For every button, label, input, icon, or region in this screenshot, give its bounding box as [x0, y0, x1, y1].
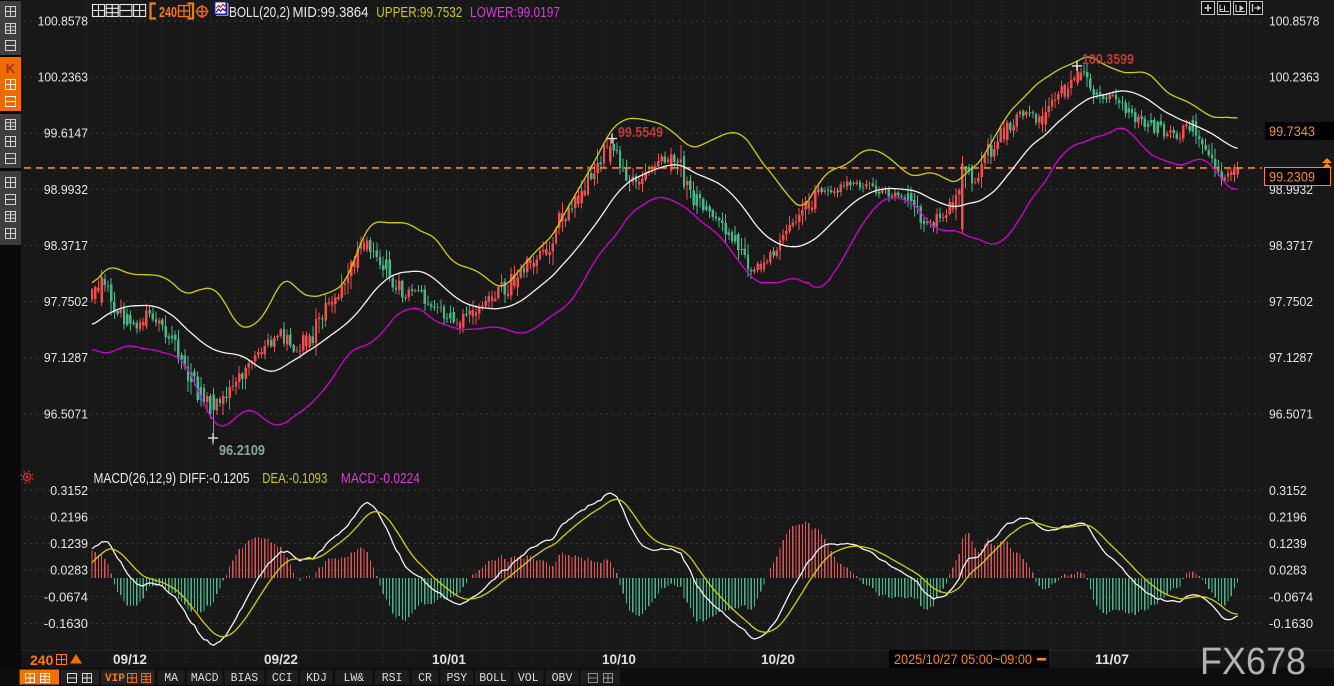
svg-text:100.2363: 100.2363	[38, 70, 88, 85]
svg-text:98.9932: 98.9932	[44, 182, 88, 197]
svg-text:98.3717: 98.3717	[44, 238, 88, 253]
svg-text:100.2363: 100.2363	[1269, 70, 1319, 85]
svg-text:96.5071: 96.5071	[44, 406, 88, 421]
svg-text:96.2109: 96.2109	[219, 443, 265, 459]
svg-text:MACD:-0.0224: MACD:-0.0224	[341, 470, 420, 487]
svg-text:97.1287: 97.1287	[44, 350, 88, 365]
svg-text:MID:99.3864: MID:99.3864	[293, 4, 369, 21]
svg-text:BIAS: BIAS	[231, 672, 259, 685]
svg-text:MA: MA	[164, 672, 178, 685]
svg-text:0.1239: 0.1239	[50, 536, 88, 551]
svg-text:96.5071: 96.5071	[1269, 406, 1313, 421]
svg-text:MACD(26,12,9) DIFF:-0.1205: MACD(26,12,9) DIFF:-0.1205	[94, 470, 250, 487]
svg-text:10/10: 10/10	[602, 652, 636, 667]
svg-text:100.3599: 100.3599	[1082, 52, 1134, 68]
svg-text:10/01: 10/01	[432, 652, 466, 667]
svg-text:11/07: 11/07	[1095, 652, 1129, 667]
svg-text:VIP: VIP	[105, 673, 125, 685]
svg-text:09/12: 09/12	[113, 652, 147, 667]
svg-text:100.8578: 100.8578	[38, 14, 88, 29]
svg-text:240: 240	[159, 4, 177, 21]
svg-text:BOLL(20,2): BOLL(20,2)	[229, 4, 290, 21]
svg-text:K: K	[6, 61, 16, 76]
svg-text:LOWER:99.0197: LOWER:99.0197	[470, 4, 560, 21]
svg-text:0.1239: 0.1239	[1269, 536, 1307, 551]
svg-text:09/22: 09/22	[264, 652, 298, 667]
svg-text:UPPER:99.7532: UPPER:99.7532	[376, 4, 462, 21]
svg-text:0.0283: 0.0283	[50, 563, 88, 578]
svg-text:2025/10/27 05:00~09:00: 2025/10/27 05:00~09:00	[894, 652, 1032, 667]
svg-text:-0.1630: -0.1630	[1269, 616, 1313, 631]
svg-text:VOL: VOL	[518, 672, 539, 685]
svg-text:-0.0674: -0.0674	[1269, 589, 1313, 604]
svg-text:CR: CR	[418, 672, 432, 685]
svg-text:KDJ: KDJ	[306, 672, 327, 685]
svg-text:BOLL: BOLL	[479, 672, 507, 685]
svg-text:DEA:-0.1093: DEA:-0.1093	[262, 470, 327, 487]
svg-text:0.2196: 0.2196	[50, 509, 88, 524]
svg-text:99.7343: 99.7343	[1269, 124, 1315, 139]
svg-text:97.7502: 97.7502	[44, 294, 88, 309]
svg-text:99.2309: 99.2309	[1269, 170, 1315, 185]
svg-text:10/20: 10/20	[761, 652, 795, 667]
svg-text:RSI: RSI	[382, 672, 403, 685]
svg-text:LW&: LW&	[343, 672, 364, 685]
svg-text:FX678: FX678	[1200, 641, 1306, 683]
svg-text:97.1287: 97.1287	[1269, 350, 1313, 365]
svg-text:98.3717: 98.3717	[1269, 238, 1313, 253]
svg-text:97.7502: 97.7502	[1269, 294, 1313, 309]
svg-text:OBV: OBV	[552, 672, 573, 685]
svg-text:99.5549: 99.5549	[618, 125, 663, 141]
svg-text:MACD: MACD	[191, 672, 219, 685]
svg-text:PSY: PSY	[446, 672, 467, 685]
svg-text:-0.0674: -0.0674	[44, 589, 88, 604]
svg-text:0.3152: 0.3152	[50, 483, 88, 498]
svg-text:100.8578: 100.8578	[1269, 14, 1319, 29]
svg-text:0.2196: 0.2196	[1269, 509, 1307, 524]
svg-text:240: 240	[30, 652, 54, 668]
svg-text:99.6147: 99.6147	[44, 126, 88, 141]
svg-text:0.3152: 0.3152	[1269, 483, 1307, 498]
svg-text:-0.1630: -0.1630	[44, 616, 88, 631]
svg-text:0.0283: 0.0283	[1269, 563, 1307, 578]
svg-text:CCI: CCI	[272, 672, 293, 685]
